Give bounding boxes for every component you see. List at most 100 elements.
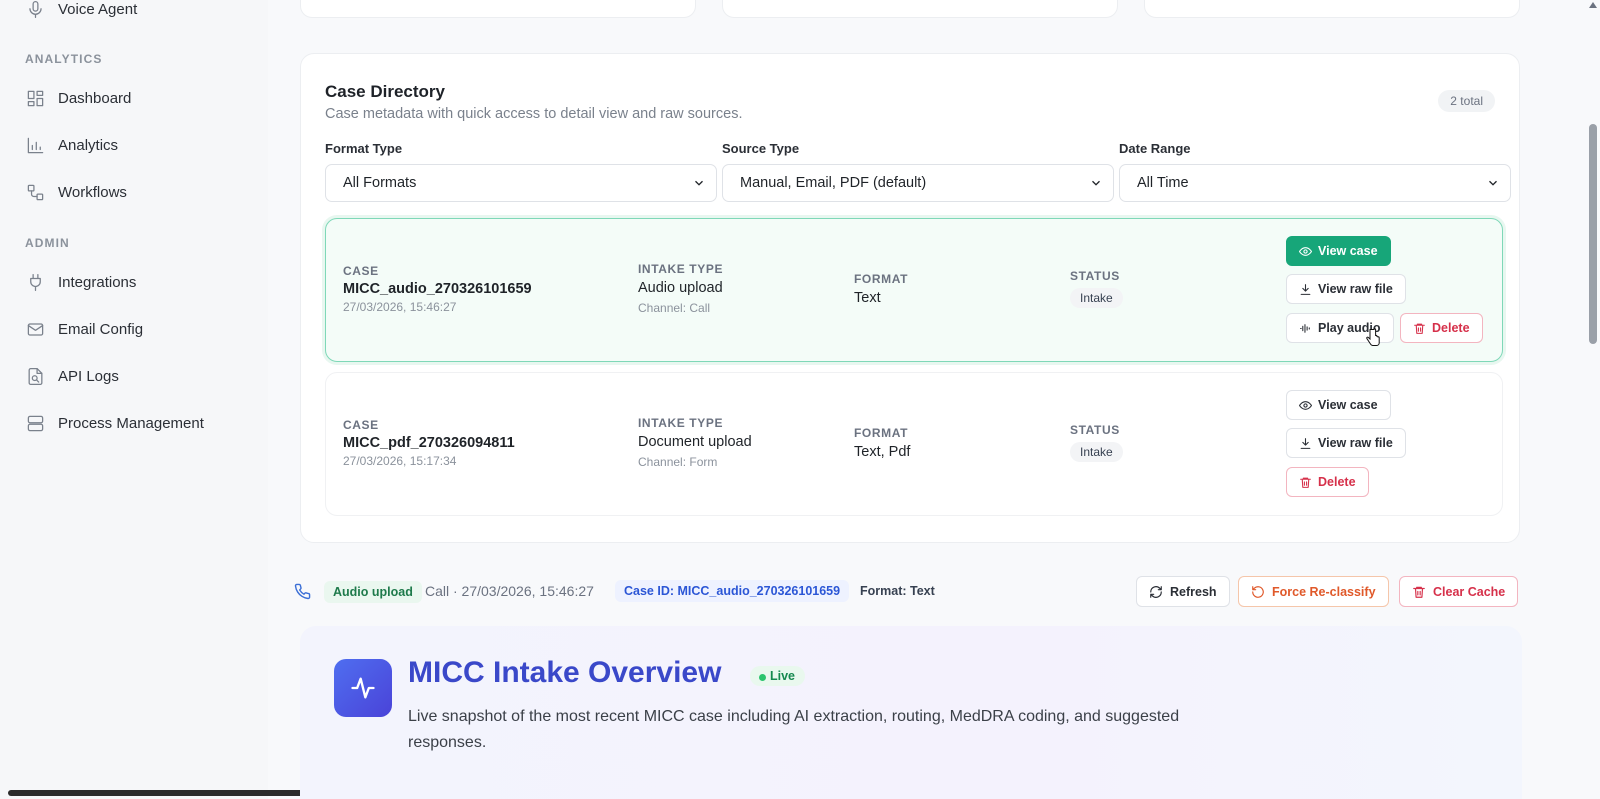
trash-icon bbox=[1414, 323, 1425, 334]
overview-title: MICC Intake Overview bbox=[408, 656, 722, 689]
download-icon bbox=[1300, 283, 1311, 295]
summary-card bbox=[722, 0, 1118, 18]
sidebar-item-integrations[interactable]: Integrations bbox=[26, 270, 136, 294]
total-badge: 2 total bbox=[1438, 90, 1495, 112]
view-case-button[interactable]: View case bbox=[1286, 236, 1391, 266]
select-value: All Formats bbox=[343, 175, 417, 191]
button-label: View raw file bbox=[1318, 282, 1393, 296]
sidebar: Voice Agent ANALYTICS Dashboard Analytic… bbox=[0, 0, 454, 799]
select-value: Manual, Email, PDF (default) bbox=[740, 175, 927, 191]
activity-icon bbox=[351, 677, 375, 699]
refresh-icon bbox=[1150, 585, 1162, 598]
workflow-icon bbox=[27, 184, 44, 200]
sidebar-item-label: Dashboard bbox=[58, 89, 132, 107]
refresh-button[interactable]: Refresh bbox=[1136, 576, 1230, 607]
intake-type-label: INTAKE TYPE bbox=[638, 416, 724, 430]
filter-label-format: Format Type bbox=[325, 141, 403, 156]
clear-cache-button[interactable]: Clear Cache bbox=[1399, 576, 1519, 607]
case-label: CASE bbox=[343, 264, 379, 278]
server-icon bbox=[27, 415, 44, 431]
intake-type-value: Document upload bbox=[638, 434, 752, 450]
case-info-strip: Audio upload Call · 27/03/2026, 15:46:27… bbox=[294, 572, 1522, 612]
sidebar-item-analytics[interactable]: Analytics bbox=[26, 133, 118, 157]
case-label: CASE bbox=[343, 418, 379, 432]
scroll-up-arrow[interactable] bbox=[1589, 2, 1597, 8]
section-label-analytics: ANALYTICS bbox=[25, 52, 103, 66]
main-content: Case Directory Case metadata with quick … bbox=[268, 0, 1600, 799]
mail-icon bbox=[27, 322, 44, 336]
directory-subtitle: Case metadata with quick access to detai… bbox=[325, 106, 743, 122]
source-type-select[interactable]: Manual, Email, PDF (default) bbox=[722, 164, 1114, 202]
view-raw-file-button[interactable]: View raw file bbox=[1286, 274, 1406, 304]
rotate-ccw-icon bbox=[1252, 585, 1264, 598]
case-id-tag: Case ID: MICC_audio_270326101659 bbox=[615, 580, 850, 602]
overview-logo bbox=[334, 659, 392, 717]
case-datetime: 27/03/2026, 15:17:34 bbox=[343, 454, 457, 468]
channel-value: Channel: Call bbox=[638, 301, 711, 315]
sidebar-item-voice-agent[interactable]: Voice Agent bbox=[26, 0, 137, 21]
sidebar-item-process-management[interactable]: Process Management bbox=[26, 411, 204, 435]
force-reclassify-button[interactable]: Force Re-classify bbox=[1238, 576, 1389, 607]
download-icon bbox=[1300, 437, 1311, 449]
channel-value: Channel: Form bbox=[638, 455, 718, 469]
format-tag: Format: Text bbox=[860, 584, 935, 598]
format-type-select[interactable]: All Formats bbox=[325, 164, 717, 202]
date-range-select[interactable]: All Time bbox=[1119, 164, 1511, 202]
case-row[interactable]: CASE MICC_audio_270326101659 27/03/2026,… bbox=[325, 218, 1503, 362]
vertical-scrollbar[interactable] bbox=[1586, 0, 1600, 799]
button-label: View case bbox=[1318, 398, 1378, 412]
chevron-down-icon bbox=[695, 180, 703, 186]
button-label: Force Re-classify bbox=[1272, 584, 1376, 599]
dashboard-icon bbox=[27, 90, 44, 106]
sidebar-item-api-logs[interactable]: API Logs bbox=[26, 364, 119, 388]
trash-icon bbox=[1413, 586, 1425, 598]
audio-waveform-icon bbox=[1300, 323, 1310, 333]
chevron-down-icon bbox=[1489, 180, 1497, 186]
intake-overview: MICC Intake Overview Live Live snapshot … bbox=[300, 626, 1522, 799]
select-value: All Time bbox=[1137, 175, 1189, 191]
intake-type-value: Audio upload bbox=[638, 280, 723, 296]
format-value: Text bbox=[854, 290, 881, 306]
overview-description: Live snapshot of the most recent MICC ca… bbox=[408, 708, 1180, 751]
directory-title: Case Directory bbox=[325, 82, 446, 101]
case-id: MICC_audio_270326101659 bbox=[343, 281, 532, 297]
bar-chart-icon bbox=[27, 137, 44, 153]
case-row[interactable]: CASE MICC_pdf_270326094811 27/03/2026, 1… bbox=[325, 372, 1503, 516]
scrollbar-thumb[interactable] bbox=[1589, 124, 1597, 344]
sidebar-item-dashboard[interactable]: Dashboard bbox=[26, 86, 131, 110]
phone-icon bbox=[294, 583, 311, 600]
sidebar-item-label: Analytics bbox=[58, 136, 119, 154]
summary-card bbox=[300, 0, 696, 18]
delete-button[interactable]: Delete bbox=[1286, 467, 1369, 497]
case-id: MICC_pdf_270326094811 bbox=[343, 435, 515, 451]
intake-type-tag: Audio upload bbox=[324, 581, 422, 603]
button-label: Refresh bbox=[1170, 584, 1217, 599]
file-search-icon bbox=[28, 367, 43, 385]
format-label: FORMAT bbox=[854, 426, 909, 440]
sidebar-item-label: Integrations bbox=[58, 273, 137, 291]
filter-label-source: Source Type bbox=[722, 141, 800, 156]
delete-button[interactable]: Delete bbox=[1400, 313, 1483, 343]
live-badge: Live bbox=[750, 666, 806, 686]
button-label: Clear Cache bbox=[1433, 584, 1506, 599]
eye-icon bbox=[1299, 400, 1312, 410]
button-label: Delete bbox=[1318, 475, 1356, 489]
button-label: View case bbox=[1318, 244, 1378, 258]
case-datetime: 27/03/2026, 15:46:27 bbox=[343, 300, 457, 314]
trash-icon bbox=[1300, 477, 1311, 488]
format-label: FORMAT bbox=[854, 272, 909, 286]
section-label-admin: ADMIN bbox=[25, 236, 70, 250]
eye-icon bbox=[1299, 246, 1312, 256]
summary-card bbox=[1144, 0, 1520, 18]
pointer-cursor-icon bbox=[1366, 328, 1380, 346]
status-badge: Intake bbox=[1070, 288, 1123, 308]
sidebar-item-label: Workflows bbox=[58, 183, 127, 201]
view-case-button[interactable]: View case bbox=[1286, 390, 1391, 420]
sidebar-item-workflows[interactable]: Workflows bbox=[26, 180, 127, 204]
sidebar-item-email-config[interactable]: Email Config bbox=[26, 317, 143, 341]
sidebar-item-label: API Logs bbox=[58, 367, 119, 385]
filter-label-date: Date Range bbox=[1119, 141, 1191, 156]
status-label: STATUS bbox=[1070, 423, 1120, 437]
view-raw-file-button[interactable]: View raw file bbox=[1286, 428, 1406, 458]
format-value: Text, Pdf bbox=[854, 444, 911, 460]
